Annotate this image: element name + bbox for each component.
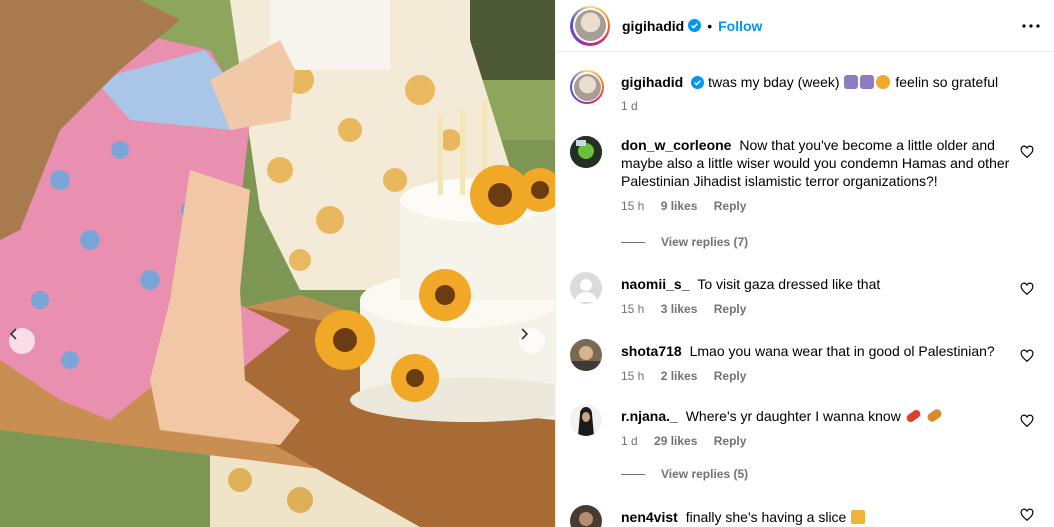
comment-text: Lmao you wana wear that in good ol Pales… bbox=[689, 343, 995, 359]
caption-text: twas my bday (week) bbox=[708, 74, 840, 90]
firecracker-emoji bbox=[904, 408, 922, 424]
more-options-icon[interactable] bbox=[1022, 23, 1040, 28]
heart-icon[interactable] bbox=[1020, 508, 1034, 522]
candy-emoji bbox=[925, 407, 943, 424]
view-replies-label: View replies (7) bbox=[661, 235, 749, 249]
separator-dot: • bbox=[707, 17, 713, 34]
birthday-cake-photo bbox=[0, 0, 555, 527]
comment-time: 15 h bbox=[621, 369, 645, 383]
comments-list: gigihadid twas my bday (week) feelin so … bbox=[556, 57, 1054, 527]
comment-likes[interactable]: 9 likes bbox=[661, 199, 698, 213]
commenter-username[interactable]: don_w_corleone bbox=[621, 137, 735, 153]
commenter-avatar[interactable] bbox=[570, 339, 602, 371]
commenter-avatar[interactable] bbox=[570, 136, 602, 168]
reply-button[interactable]: Reply bbox=[714, 199, 747, 213]
carousel-next-button[interactable] bbox=[519, 328, 545, 354]
commenter-username[interactable]: r.njana._ bbox=[621, 408, 682, 424]
comment-time: 15 h bbox=[621, 199, 645, 213]
chevron-right-icon bbox=[521, 328, 529, 340]
comment-likes[interactable]: 29 likes bbox=[654, 434, 697, 448]
comment-text: finally she's having a slice bbox=[685, 509, 847, 525]
comment-text: To visit gaza dressed like that bbox=[697, 276, 881, 292]
reply-button[interactable]: Reply bbox=[714, 369, 747, 383]
verified-badge-icon bbox=[691, 76, 705, 89]
caption-time: 1 d bbox=[621, 99, 638, 113]
view-replies-label: View replies (5) bbox=[661, 467, 749, 481]
commenter-avatar[interactable] bbox=[570, 404, 602, 436]
taurus-emoji bbox=[844, 75, 859, 89]
follow-button[interactable]: Follow bbox=[718, 18, 762, 34]
post-side-panel: gigihadid • Follow gigihadid twas my bda… bbox=[555, 0, 1054, 527]
caption-username[interactable]: gigihadid bbox=[621, 74, 687, 90]
carousel-prev-button[interactable] bbox=[9, 328, 35, 354]
comment-time: 15 h bbox=[621, 302, 645, 316]
caption-author-avatar[interactable] bbox=[570, 70, 604, 104]
commenter-avatar[interactable] bbox=[570, 272, 602, 304]
verified-badge-icon bbox=[688, 19, 702, 32]
author-avatar[interactable] bbox=[570, 5, 610, 46]
cake-slice-emoji bbox=[851, 510, 866, 524]
commenter-username[interactable]: nen4vist bbox=[621, 509, 682, 525]
heart-icon[interactable] bbox=[1020, 145, 1034, 159]
commenter-username[interactable]: naomii_s_ bbox=[621, 276, 693, 292]
caption-text-end: feelin so grateful bbox=[895, 74, 999, 90]
heart-icon[interactable] bbox=[1020, 414, 1034, 428]
reply-button[interactable]: Reply bbox=[714, 434, 747, 448]
author-username[interactable]: gigihadid bbox=[622, 18, 684, 34]
view-replies-button[interactable]: View replies (7) bbox=[621, 235, 748, 249]
reply-button[interactable]: Reply bbox=[714, 302, 747, 316]
taurus-emoji bbox=[860, 75, 875, 89]
comment-time: 1 d bbox=[621, 434, 638, 448]
heart-icon[interactable] bbox=[1020, 282, 1034, 296]
post-header: gigihadid • Follow bbox=[556, 0, 1054, 52]
chevron-left-icon bbox=[9, 328, 17, 340]
comment-text: Where's yr daughter I wanna know bbox=[685, 408, 901, 424]
heart-icon[interactable] bbox=[1020, 349, 1034, 363]
commenter-avatar[interactable] bbox=[570, 505, 602, 527]
view-replies-button[interactable]: View replies (5) bbox=[621, 467, 748, 481]
sunflower-emoji bbox=[876, 75, 891, 89]
instagram-post-modal: gigihadid • Follow gigihadid twas my bda… bbox=[0, 0, 1054, 527]
post-photo[interactable] bbox=[0, 0, 555, 527]
commenter-username[interactable]: shota718 bbox=[621, 343, 686, 359]
comment-likes[interactable]: 3 likes bbox=[661, 302, 698, 316]
comment-likes[interactable]: 2 likes bbox=[661, 369, 698, 383]
